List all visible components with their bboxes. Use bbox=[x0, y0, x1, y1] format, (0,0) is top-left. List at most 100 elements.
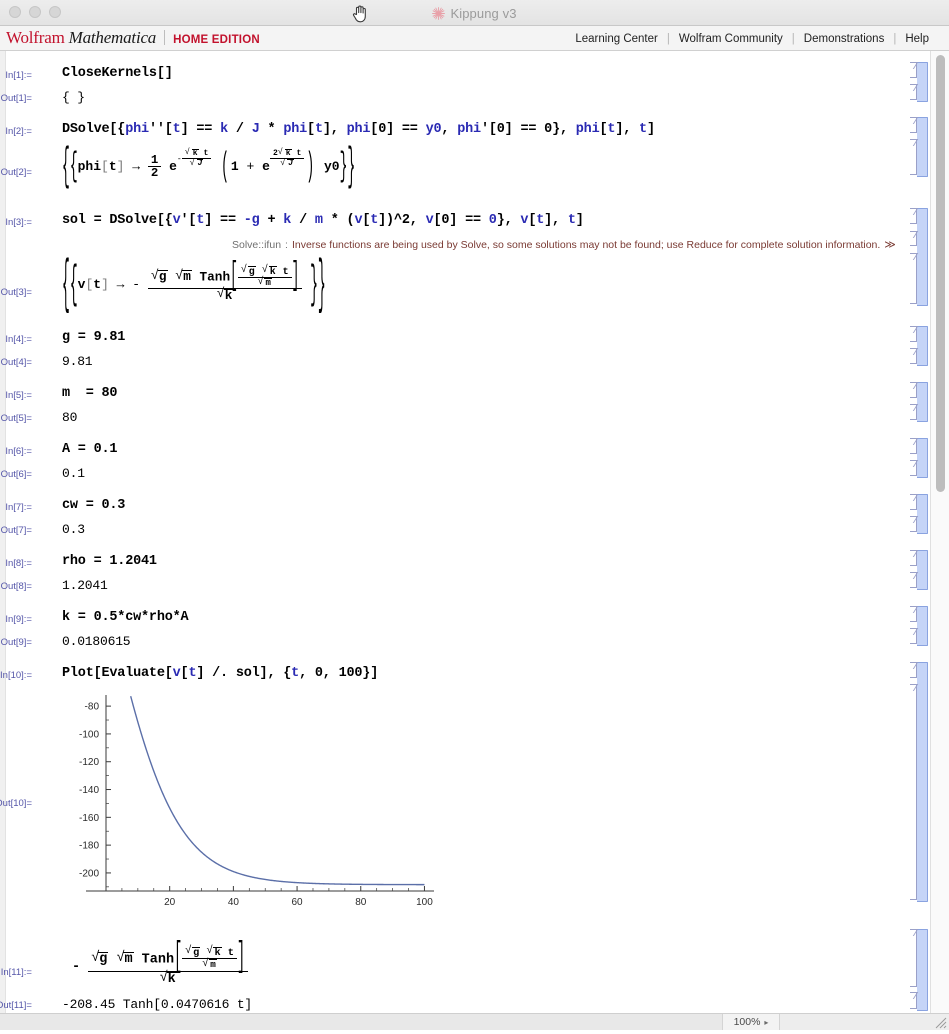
cell-bracket-out-3[interactable] bbox=[910, 253, 917, 304]
cell-bracket-message-3[interactable] bbox=[910, 231, 917, 246]
message-text: Inverse functions are being used by Solv… bbox=[291, 239, 881, 251]
cell-bracket-out-10[interactable] bbox=[910, 684, 917, 900]
message-more-icon[interactable]: ≫ bbox=[880, 239, 896, 251]
cell-input-4[interactable]: g = 9.81 bbox=[62, 330, 125, 345]
cell-label-in-9: In[9]:= bbox=[5, 614, 32, 625]
cell-bracket-in-1[interactable] bbox=[910, 62, 917, 78]
y-axis-tick-label: -80 bbox=[85, 702, 100, 713]
cell-bracket-in-8[interactable] bbox=[910, 550, 917, 566]
cell-group-bracket-10[interactable] bbox=[917, 662, 928, 902]
cell-label-in-4: In[4]:= bbox=[5, 334, 32, 345]
cell-output-3: {{v[t] → - g m Tanh[g k tm] k }} bbox=[62, 254, 326, 314]
brand-mathematica-text: Mathematica bbox=[68, 28, 157, 47]
cell-bracket-out-7[interactable] bbox=[910, 516, 917, 532]
scrollbar-thumb[interactable] bbox=[936, 55, 945, 492]
cell-bracket-out-11[interactable] bbox=[910, 992, 917, 1009]
cell-bracket-in-4[interactable] bbox=[910, 326, 917, 342]
cell-label-in-6: In[6]:= bbox=[5, 446, 32, 457]
cell-bracket-in-9[interactable] bbox=[910, 606, 917, 622]
header-nav-links: Learning Center | Wolfram Community | De… bbox=[567, 26, 937, 51]
cell-output-7: 0.3 bbox=[62, 522, 85, 537]
cell-label-out-2: Out[2]= bbox=[0, 167, 32, 178]
cell-bracket-out-5[interactable] bbox=[910, 404, 917, 420]
cell-label-in-10: In[10]:= bbox=[0, 670, 32, 681]
cell-bracket-out-9[interactable] bbox=[910, 628, 917, 644]
cell-label-out-7: Out[7]= bbox=[0, 525, 32, 536]
x-axis-tick-label: 100 bbox=[416, 897, 433, 908]
hand-cursor bbox=[351, 3, 369, 23]
edition-label: HOME EDITION bbox=[173, 34, 260, 46]
cell-bracket-in-3[interactable] bbox=[910, 208, 917, 224]
plot-graphic[interactable]: -80 -100 -120 -140 -160 -180 -200 20 40 60 80 100 bbox=[62, 691, 442, 921]
cell-bracket-column bbox=[906, 51, 930, 1013]
nav-link-wolfram-community[interactable]: Wolfram Community bbox=[671, 33, 791, 45]
cell-input-2[interactable]: DSolve[{phi''[t] == k / J * phi[t], phi[… bbox=[62, 122, 655, 137]
cell-label-out-6: Out[6]= bbox=[0, 469, 32, 480]
cell-bracket-in-11[interactable] bbox=[910, 929, 917, 987]
cell-input-5[interactable]: m = 80 bbox=[62, 386, 118, 401]
message-name: Solve::ifun bbox=[232, 239, 282, 251]
status-bar-left bbox=[0, 1014, 722, 1030]
notebook-canvas[interactable]: In[1]:= CloseKernels[] Out[1]= { } In[2]… bbox=[0, 51, 949, 1013]
zoom-control[interactable]: 100% ▸ bbox=[722, 1014, 780, 1030]
cell-input-9[interactable]: k = 0.5*cw*rho*A bbox=[62, 610, 189, 625]
cell-output-5: 80 bbox=[62, 410, 78, 425]
x-axis-tick-label: 80 bbox=[355, 897, 367, 908]
mathematica-spikey-icon bbox=[432, 6, 446, 20]
cell-group-bracket-3[interactable] bbox=[917, 208, 928, 306]
cell-input-7[interactable]: cw = 0.3 bbox=[62, 498, 125, 513]
cell-output-8: 1.2041 bbox=[62, 578, 108, 593]
y-axis-tick-label: -140 bbox=[79, 785, 99, 796]
cell-group-bracket-11[interactable] bbox=[917, 929, 928, 1011]
cell-input-3[interactable]: sol = DSolve[{v'[t] == -g + k / m * (v[t… bbox=[62, 213, 584, 228]
brand-wolfram-text: Wolfram bbox=[6, 28, 65, 47]
cell-label-in-5: In[5]:= bbox=[5, 390, 32, 401]
cell-label-out-5: Out[5]= bbox=[0, 413, 32, 424]
cell-bracket-out-8[interactable] bbox=[910, 572, 917, 588]
cell-group-bracket-4[interactable] bbox=[917, 326, 928, 366]
nav-link-learning-center[interactable]: Learning Center bbox=[567, 33, 665, 45]
y-axis-tick-label: -200 bbox=[79, 868, 99, 879]
cell-output-2: {{phi[t] → 12 e-k tJ (1 + e2k tJ) y0}} bbox=[62, 143, 355, 190]
y-axis-tick-label: -160 bbox=[79, 813, 99, 824]
cell-bracket-out-1[interactable] bbox=[910, 84, 917, 100]
cell-bracket-out-4[interactable] bbox=[910, 348, 917, 364]
nav-link-demonstrations[interactable]: Demonstrations bbox=[796, 33, 893, 45]
cell-group-bracket-7[interactable] bbox=[917, 494, 928, 534]
resize-grip-icon[interactable] bbox=[934, 1016, 947, 1029]
cell-label-out-4: Out[4]= bbox=[0, 357, 32, 368]
mathematica-window: Kippung v3 Wolfram Mathematica HOME EDIT… bbox=[0, 0, 949, 1030]
cell-input-11[interactable]: - g m Tanh[g k tm] k bbox=[72, 943, 249, 986]
vertical-scrollbar[interactable] bbox=[930, 51, 949, 1013]
brand-divider bbox=[164, 30, 166, 45]
cell-label-in-1: In[1]:= bbox=[5, 70, 32, 81]
y-axis-tick-label: -100 bbox=[79, 729, 99, 740]
cell-group-bracket-8[interactable] bbox=[917, 550, 928, 590]
plot-svg[interactable]: -80 -100 -120 -140 -160 -180 -200 20 40 60 80 100 bbox=[62, 691, 442, 916]
cell-bracket-in-5[interactable] bbox=[910, 382, 917, 398]
nav-link-help[interactable]: Help bbox=[897, 33, 937, 45]
cell-label-in-11: In[11]:= bbox=[0, 967, 32, 978]
cell-input-10[interactable]: Plot[Evaluate[v[t] /. sol], {t, 0, 100}] bbox=[62, 666, 378, 681]
chevron-right-icon[interactable]: ▸ bbox=[764, 1018, 768, 1027]
cell-input-1[interactable]: CloseKernels[] bbox=[62, 66, 173, 81]
cell-group-bracket-1[interactable] bbox=[917, 62, 928, 102]
cell-group-bracket-2[interactable] bbox=[917, 117, 928, 177]
notebook-cell-list: In[1]:= CloseKernels[] Out[1]= { } In[2]… bbox=[0, 51, 906, 1013]
cell-output-4: 9.81 bbox=[62, 354, 93, 369]
cell-input-6[interactable]: A = 0.1 bbox=[62, 442, 118, 457]
cell-group-bracket-6[interactable] bbox=[917, 438, 928, 478]
cell-group-bracket-9[interactable] bbox=[917, 606, 928, 646]
cell-output-1: { } bbox=[62, 90, 85, 105]
cell-label-out-9: Out[9]= bbox=[0, 637, 32, 648]
cell-bracket-in-6[interactable] bbox=[910, 438, 917, 454]
x-axis-tick-label: 40 bbox=[228, 897, 240, 908]
cell-bracket-out-6[interactable] bbox=[910, 460, 917, 476]
cell-bracket-in-10[interactable] bbox=[910, 662, 917, 678]
cell-label-in-7: In[7]:= bbox=[5, 502, 32, 513]
cell-bracket-in-2[interactable] bbox=[910, 117, 917, 133]
cell-bracket-out-2[interactable] bbox=[910, 139, 917, 175]
cell-group-bracket-5[interactable] bbox=[917, 382, 928, 422]
cell-input-8[interactable]: rho = 1.2041 bbox=[62, 554, 157, 569]
cell-bracket-in-7[interactable] bbox=[910, 494, 917, 510]
